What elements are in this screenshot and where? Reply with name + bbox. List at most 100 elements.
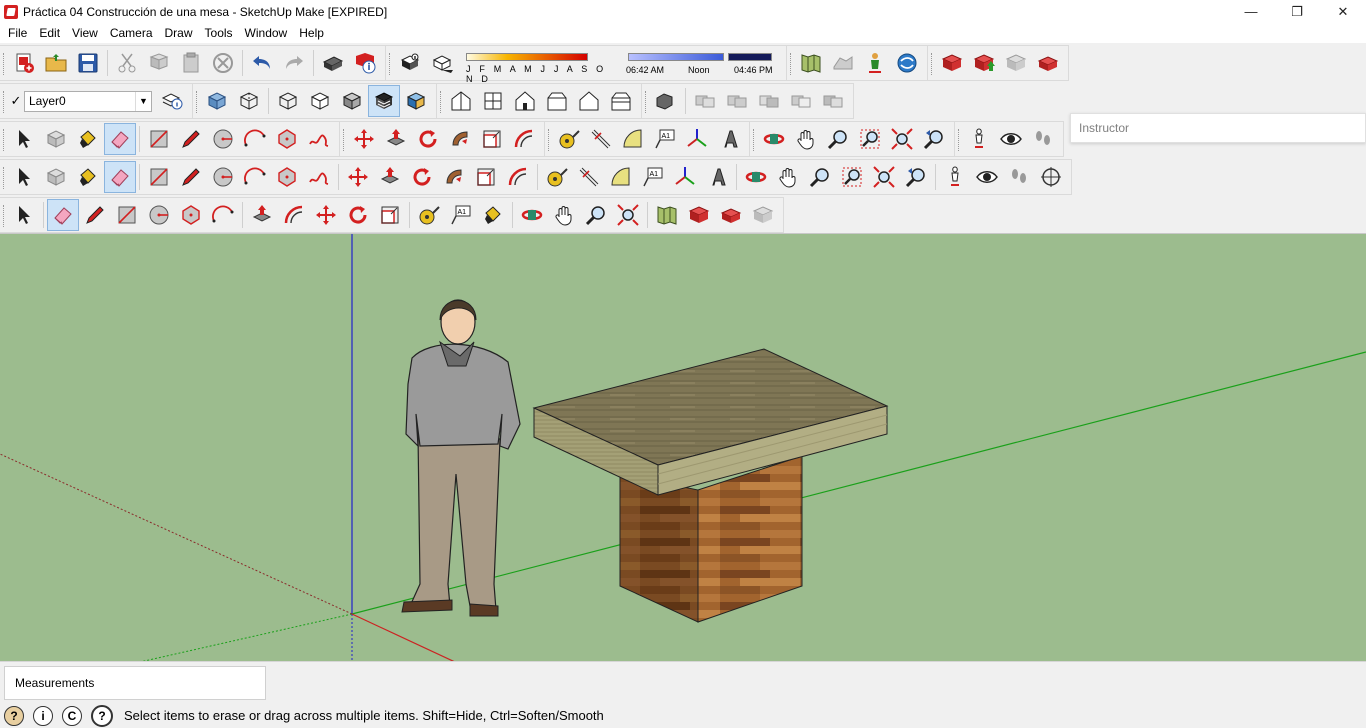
- scale-icon[interactable]: [476, 123, 508, 155]
- freehand-icon[interactable]: [303, 161, 335, 193]
- zoom-icon[interactable]: [580, 199, 612, 231]
- orbit-icon[interactable]: [516, 199, 548, 231]
- rotate-icon[interactable]: [342, 199, 374, 231]
- shaded-textures-icon[interactable]: [368, 85, 400, 117]
- outer-shell-icon[interactable]: [650, 85, 682, 117]
- tape-measure-icon[interactable]: [413, 199, 445, 231]
- instructor-panel[interactable]: Instructor: [1070, 113, 1366, 143]
- get-models-icon[interactable]: [683, 199, 715, 231]
- preview-model-icon[interactable]: [859, 47, 891, 79]
- protractor-icon[interactable]: [617, 123, 649, 155]
- menu-edit[interactable]: Edit: [33, 23, 66, 43]
- section-plane-icon[interactable]: [1035, 161, 1067, 193]
- text-icon[interactable]: A1: [649, 123, 681, 155]
- restore-button[interactable]: ❐: [1274, 0, 1320, 23]
- credits-icon[interactable]: i: [33, 705, 53, 726]
- paint-bucket-icon[interactable]: [477, 199, 509, 231]
- copy-icon[interactable]: [143, 47, 175, 79]
- follow-me-icon[interactable]: [438, 161, 470, 193]
- redo-icon[interactable]: [278, 47, 310, 79]
- shaded-icon[interactable]: [336, 85, 368, 117]
- dimension-icon[interactable]: [573, 161, 605, 193]
- geo-location-icon[interactable]: ?: [4, 705, 24, 726]
- scale-icon[interactable]: [470, 161, 502, 193]
- look-around-icon[interactable]: [995, 123, 1027, 155]
- erase-selection-icon[interactable]: [207, 47, 239, 79]
- iso-view-icon[interactable]: [445, 85, 477, 117]
- offset-icon[interactable]: [278, 199, 310, 231]
- save-icon[interactable]: [72, 47, 104, 79]
- share-component-icon[interactable]: [747, 199, 779, 231]
- orbit-icon[interactable]: [740, 161, 772, 193]
- axes-icon[interactable]: [681, 123, 713, 155]
- layer-manager-icon[interactable]: [156, 85, 188, 117]
- pan-hand-icon[interactable]: [790, 123, 822, 155]
- share-model-icon[interactable]: [891, 47, 923, 79]
- share-model-warehouse-icon[interactable]: [715, 199, 747, 231]
- text-icon[interactable]: A1: [445, 199, 477, 231]
- push-pull-icon[interactable]: [246, 199, 278, 231]
- minimize-button[interactable]: —: [1228, 0, 1274, 23]
- zoom-window-icon[interactable]: [854, 123, 886, 155]
- drawing-viewport[interactable]: [0, 233, 1366, 661]
- zoom-extents-icon[interactable]: [612, 199, 644, 231]
- rectangle-icon[interactable]: [143, 161, 175, 193]
- rotate-icon[interactable]: [412, 123, 444, 155]
- polygon-icon[interactable]: [271, 161, 303, 193]
- zoom-extents-icon[interactable]: [886, 123, 918, 155]
- eraser-icon[interactable]: [104, 161, 136, 193]
- shadow-settings-icon[interactable]: [394, 47, 426, 79]
- line-pencil-icon[interactable]: [175, 161, 207, 193]
- add-location-icon[interactable]: [795, 47, 827, 79]
- 3d-text-icon[interactable]: [701, 161, 733, 193]
- menu-file[interactable]: File: [2, 23, 33, 43]
- scale-figure[interactable]: [401, 299, 521, 617]
- polygon-icon[interactable]: [175, 199, 207, 231]
- trim-icon[interactable]: [785, 85, 817, 117]
- zoom-extents-icon[interactable]: [868, 161, 900, 193]
- model-info-icon[interactable]: [349, 47, 381, 79]
- add-location-icon[interactable]: [651, 199, 683, 231]
- rectangle-icon[interactable]: [143, 123, 175, 155]
- move-icon[interactable]: [342, 161, 374, 193]
- select-arrow-icon[interactable]: [8, 199, 40, 231]
- shadow-time-slider[interactable]: 06:42 AM Noon 04:46 PM: [626, 48, 776, 78]
- left-view-icon[interactable]: [605, 85, 637, 117]
- freehand-icon[interactable]: [303, 123, 335, 155]
- rectangle-icon[interactable]: [111, 199, 143, 231]
- menu-window[interactable]: Window: [239, 23, 294, 43]
- open-folder-icon[interactable]: [40, 47, 72, 79]
- follow-me-icon[interactable]: [444, 123, 476, 155]
- monochrome-icon[interactable]: [400, 85, 432, 117]
- dimension-icon[interactable]: [585, 123, 617, 155]
- zoom-icon[interactable]: [804, 161, 836, 193]
- intersect-icon[interactable]: [689, 85, 721, 117]
- pan-hand-icon[interactable]: [772, 161, 804, 193]
- move-icon[interactable]: [310, 199, 342, 231]
- share-warehouse-icon[interactable]: [968, 47, 1000, 79]
- right-view-icon[interactable]: [541, 85, 573, 117]
- arc-icon[interactable]: [207, 199, 239, 231]
- previous-view-icon[interactable]: [918, 123, 950, 155]
- circle-icon[interactable]: [143, 199, 175, 231]
- layer-dropdown[interactable]: Layer0 ▼: [24, 90, 152, 112]
- make-component-icon[interactable]: [40, 123, 72, 155]
- line-pencil-icon[interactable]: [175, 123, 207, 155]
- make-component-icon[interactable]: [40, 161, 72, 193]
- tape-measure-icon[interactable]: [553, 123, 585, 155]
- orbit-icon[interactable]: [758, 123, 790, 155]
- menu-tools[interactable]: Tools: [199, 23, 239, 43]
- offset-icon[interactable]: [508, 123, 540, 155]
- pan-hand-icon[interactable]: [548, 199, 580, 231]
- top-view-icon[interactable]: [477, 85, 509, 117]
- print-icon[interactable]: [317, 47, 349, 79]
- split-icon[interactable]: [817, 85, 849, 117]
- eraser-icon[interactable]: [47, 199, 79, 231]
- measurements-box[interactable]: Measurements: [4, 666, 266, 700]
- select-arrow-icon[interactable]: [8, 123, 40, 155]
- wireframe-icon[interactable]: [272, 85, 304, 117]
- table-top[interactable]: [532, 348, 889, 496]
- offset-icon[interactable]: [502, 161, 534, 193]
- cut-icon[interactable]: [111, 47, 143, 79]
- previous-view-icon[interactable]: [900, 161, 932, 193]
